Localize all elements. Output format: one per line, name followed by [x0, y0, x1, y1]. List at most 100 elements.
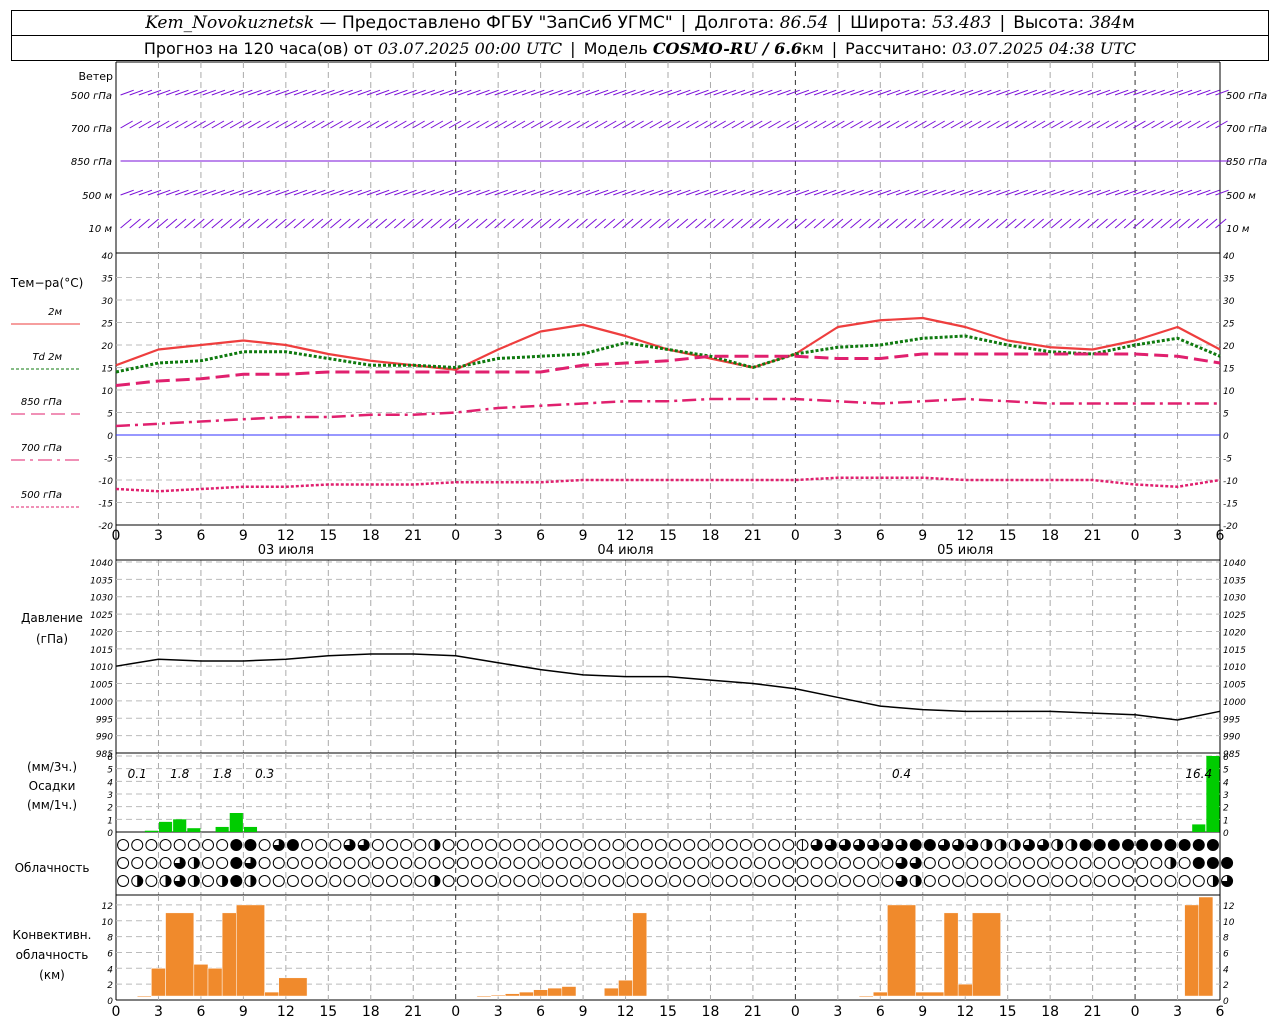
conv-tick-left: 4: [107, 965, 113, 975]
wind-barb: [667, 218, 680, 229]
wind-barb: [1160, 218, 1172, 229]
temp-tick-right: 15: [1223, 365, 1235, 375]
cloud-symbol: [499, 857, 512, 869]
wind-barb: [576, 218, 588, 229]
temp-tick-right: -10: [1223, 477, 1238, 487]
cloud-symbol: [555, 839, 568, 851]
wind-barb: [339, 218, 351, 229]
x-tick-label-bottom: 15: [319, 1004, 337, 1020]
cloud-symbol: [1136, 857, 1149, 869]
cloud-symbol: [400, 875, 413, 887]
x-tick-label: 21: [404, 528, 422, 544]
x-tick-label: 9: [918, 528, 927, 544]
precip-tick-left: 1: [107, 816, 113, 826]
cloud-symbol: [456, 875, 469, 887]
cloud-symbol-fill: [434, 839, 440, 851]
cloud-symbol: [428, 857, 441, 869]
cloud-symbol: [131, 857, 144, 869]
temp-label: Тем−ра(°С): [10, 276, 84, 290]
temp-tick-right: 0: [1223, 432, 1229, 442]
x-tick-label-bottom: 3: [1173, 1004, 1182, 1020]
temp-tick-left: 25: [102, 320, 114, 330]
cloud-symbol: [1178, 857, 1191, 869]
wind-barb: [174, 218, 187, 229]
conv-bar: [207, 968, 223, 997]
conv-bar: [136, 995, 152, 998]
cloud-symbol-fill: [1164, 839, 1176, 851]
cloud-symbol: [669, 839, 682, 851]
wind-barb: [558, 218, 570, 229]
cloud-symbol-fill: [1000, 839, 1007, 851]
conv-bar: [604, 987, 619, 997]
wind-barb: [704, 218, 716, 229]
precip-annotation: 16.4: [1185, 767, 1212, 781]
temp-tick-left: 40: [102, 252, 114, 262]
conv-bar: [618, 979, 633, 997]
cloud-symbol: [669, 875, 682, 887]
wind-barb: [777, 218, 789, 229]
x-tick-label-bottom: 15: [659, 1004, 677, 1020]
cloud-symbol-fill: [244, 839, 256, 851]
x-tick-label: 21: [1084, 528, 1102, 544]
cloud-symbol: [371, 857, 384, 869]
wind-barb: [1041, 218, 1054, 229]
cloud-symbol: [485, 875, 498, 887]
cloud-symbol: [994, 857, 1007, 869]
wind-barb: [1133, 218, 1145, 229]
temp-tick-left: -5: [104, 455, 113, 465]
wind-label: Ветер: [79, 70, 113, 83]
wind-barb: [129, 218, 141, 229]
legend-label: Td 2м: [32, 352, 62, 363]
wind-barb: [512, 218, 524, 229]
cloud-symbol: [159, 857, 172, 869]
precip-tick-right: 5: [1223, 766, 1229, 776]
wind-level-label-right: 850 гПа: [1226, 157, 1267, 168]
x-tick-label-bottom: 12: [277, 1004, 295, 1020]
cloud-symbol: [994, 875, 1007, 887]
cloud-symbol: [555, 875, 568, 887]
pressure-tick-left: 990: [96, 733, 113, 743]
cloud-symbol: [555, 857, 568, 869]
wind-level-label: 500 гПа: [71, 91, 112, 102]
cloud-symbol: [329, 857, 342, 869]
temp-tick-left: 10: [102, 387, 114, 397]
wind-barb: [1178, 218, 1190, 229]
cloud-symbol: [923, 875, 936, 887]
cloud-symbol: [357, 857, 370, 869]
pressure-tick-left: 1035: [90, 576, 113, 586]
cloud-symbol: [966, 875, 979, 887]
cloud-symbol: [725, 875, 738, 887]
cloud-symbol: [952, 857, 965, 869]
cloud-symbol: [272, 857, 285, 869]
x-tick-label: 3: [1173, 528, 1182, 544]
cloud-symbol: [881, 875, 894, 887]
x-tick-label: 18: [702, 528, 720, 544]
wind-barb: [850, 218, 862, 229]
x-tick-label-bottom: 3: [833, 1004, 842, 1020]
conv-tick-left: 8: [107, 934, 113, 944]
cloud-symbol: [371, 875, 384, 887]
wind-barb: [293, 218, 305, 229]
x-tick-label-bottom: 21: [744, 1004, 762, 1020]
wind-barb: [941, 218, 953, 229]
precip-bar: [187, 828, 201, 832]
x-tick-label: 6: [876, 528, 885, 544]
x-tick-label-bottom: 6: [536, 1004, 545, 1020]
wind-barb: [476, 218, 488, 229]
cloud-symbol-fill: [1207, 839, 1219, 851]
x-tick-label: 12: [956, 528, 974, 544]
wind-barb: [311, 218, 324, 229]
precip-tick-left: 6: [107, 753, 113, 763]
wind-barb: [184, 218, 196, 229]
cloud-symbol: [527, 839, 540, 851]
cloud-symbol: [654, 875, 667, 887]
cloud-symbol: [612, 875, 625, 887]
cloud-symbol: [584, 857, 597, 869]
pressure-tick-left: 995: [96, 715, 113, 725]
precip-tick-right: 2: [1223, 804, 1229, 814]
precip-tick-right: 0: [1223, 829, 1229, 839]
wind-barb: [895, 218, 908, 229]
x-tick-label-bottom: 21: [1084, 1004, 1102, 1020]
temp-tick-right: -20: [1223, 522, 1238, 532]
wind-barb: [1187, 218, 1200, 229]
